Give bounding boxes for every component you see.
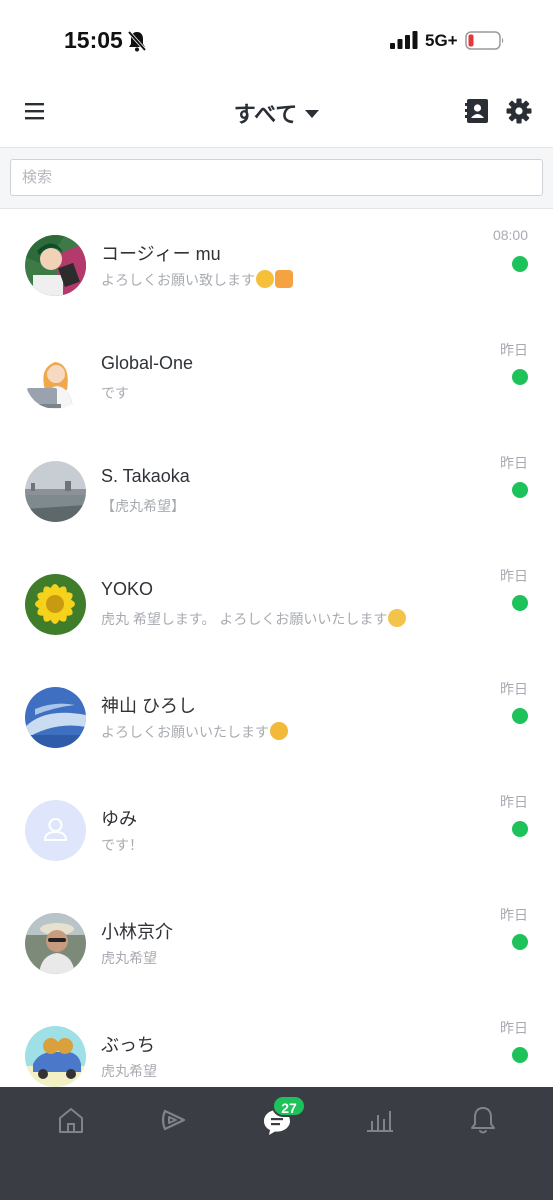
status-bar: 15:05 5G+ [0, 0, 553, 80]
page-title: すべて [233, 102, 298, 127]
chat-name: ぶっち [101, 1035, 155, 1055]
contacts-icon[interactable] [465, 98, 489, 124]
default-person-icon [25, 800, 86, 861]
chat-item[interactable]: Global-One です 昨日 [0, 322, 553, 435]
unread-dot [512, 256, 528, 272]
chat-name: 神山 ひろし [101, 696, 197, 716]
chat-last-message: 虎丸 希望します。 よろしくお願いいたします [101, 609, 407, 629]
avatar [25, 461, 86, 522]
folded-hands-icon [275, 270, 293, 288]
chat-time: 08:00 [492, 227, 528, 243]
avatar [25, 800, 86, 861]
caret-down-icon [305, 110, 320, 118]
chat-item[interactable]: コージィー mu よろしくお願い致します 08:00 [0, 209, 553, 322]
unread-dot [512, 482, 528, 498]
chart-icon[interactable] [365, 1105, 395, 1135]
chat-name: YOKO [101, 579, 154, 599]
chat-time: 昨日 [500, 794, 528, 810]
avatar [25, 687, 86, 748]
emoji-icon [388, 609, 407, 627]
chat-item[interactable]: YOKO 虎丸 希望します。 よろしくお願いいたします 昨日 [0, 548, 553, 661]
bell-icon[interactable] [468, 1105, 498, 1135]
avatar [25, 235, 86, 296]
chat-last-message: 虎丸希望 [101, 1063, 157, 1079]
smiling-face-with-hearts-icon [256, 270, 274, 288]
gear-icon[interactable] [506, 98, 532, 124]
avatar [25, 913, 86, 974]
chat-name: S. Takaoka [101, 466, 190, 486]
unread-dot [512, 708, 528, 724]
search-bar [0, 148, 553, 209]
chat-name: ゆみ [101, 809, 137, 829]
chat-item[interactable]: 小林京介 虎丸希望 昨日 [0, 887, 553, 1000]
chat-item[interactable]: 神山 ひろし よろしくお願いいたします 昨日 [0, 661, 553, 774]
unread-dot [512, 821, 528, 837]
avatar [25, 1026, 86, 1087]
battery-icon [465, 31, 504, 50]
chat-list: コージィー mu よろしくお願い致します 08:00 Global-One です… [0, 209, 553, 1113]
chat-item[interactable]: ゆみ です！ 昨日 [0, 774, 553, 887]
home-icon[interactable] [56, 1105, 86, 1135]
unread-dot [512, 1047, 528, 1063]
chat-item[interactable]: S. Takaoka 【虎丸希望】 昨日 [0, 435, 553, 548]
network-type: 5G+ [425, 31, 458, 50]
unread-dot [512, 369, 528, 385]
chat-last-message: よろしくお願いいたします [101, 722, 288, 742]
unread-dot [512, 595, 528, 611]
chat-time: 昨日 [500, 907, 528, 923]
status-time: 15:05 [64, 27, 123, 53]
unread-dot [512, 934, 528, 950]
chat-last-message: よろしくお願い致します [101, 270, 293, 290]
chat-name: コージィー mu [101, 244, 221, 264]
play-icon[interactable] [159, 1105, 189, 1135]
avatar [25, 574, 86, 635]
chat-name: 小林京介 [101, 922, 173, 942]
chat-time: 昨日 [500, 1020, 528, 1036]
search-input[interactable] [10, 159, 543, 196]
chat-last-message: です！ [101, 837, 143, 853]
chat-last-message: 虎丸希望 [101, 950, 157, 966]
chat-time: 昨日 [500, 681, 528, 697]
avatar [25, 348, 86, 409]
chat-name: Global-One [101, 353, 194, 373]
unread-count-badge: 27 [272, 1095, 306, 1117]
chat-time: 昨日 [500, 342, 528, 358]
chat-last-message: です [101, 385, 129, 401]
header: すべて [0, 80, 553, 148]
chat-time: 昨日 [500, 568, 528, 584]
chat-time: 昨日 [500, 455, 528, 471]
bottom-nav: 27 [0, 1087, 553, 1200]
bell-off-icon [127, 30, 147, 52]
chat-last-message: 【虎丸希望】 [101, 498, 185, 514]
emoji-icon [270, 722, 288, 740]
signal-icon [390, 31, 418, 49]
